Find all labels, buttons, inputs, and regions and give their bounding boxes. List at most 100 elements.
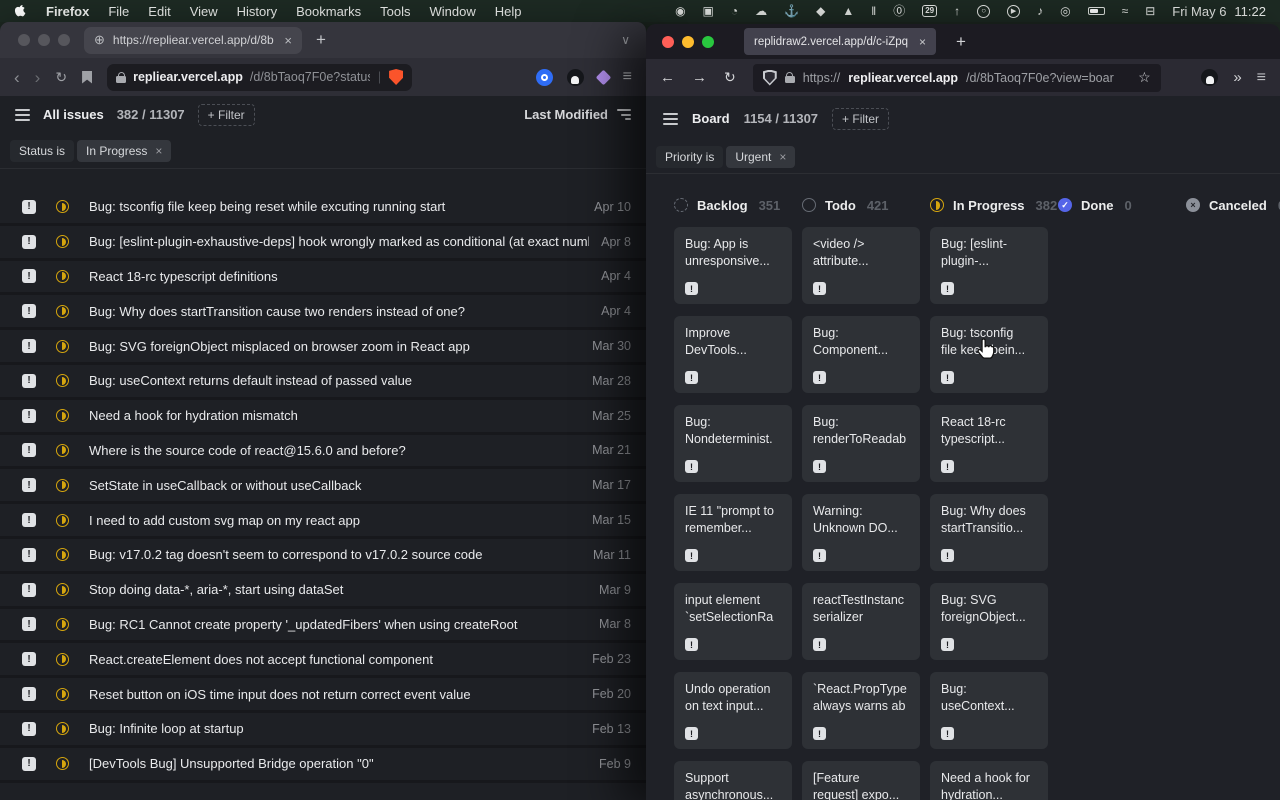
issue-row[interactable]: ! Bug: Why does startTransition cause tw… [0, 295, 646, 330]
traffic-lights[interactable] [18, 34, 70, 46]
issue-card[interactable]: reactTestInstanc serializer ! [802, 583, 920, 660]
urgent-priority-icon[interactable]: ! [22, 478, 36, 492]
filter-remove-icon[interactable]: × [155, 144, 162, 158]
issue-row[interactable]: ! Bug: Infinite loop at startup Feb 13 [0, 713, 646, 748]
status-in-progress-icon[interactable] [56, 409, 69, 422]
status-in-progress-icon[interactable] [56, 757, 69, 770]
add-filter-button[interactable]: + Filter [832, 108, 889, 130]
status-in-progress-icon[interactable] [56, 444, 69, 457]
status-in-progress-icon[interactable] [56, 270, 69, 283]
sidebar-toggle-icon[interactable] [15, 109, 30, 121]
issue-row[interactable]: ! Need a hook for hydration mismatch Mar… [0, 400, 646, 435]
menubar-menu-item[interactable]: History [237, 4, 277, 19]
right-address-bar[interactable]: https://repliear.vercel.app/d/8bTaoq7F0e… [753, 64, 1161, 92]
menubar-menu-item[interactable]: Window [430, 4, 476, 19]
menubar-menu-item[interactable]: Tools [380, 4, 410, 19]
issue-card[interactable]: Bug: Nondeterminist. ! [674, 405, 792, 482]
issue-row[interactable]: ! [DevTools Bug] Unsupported Bridge oper… [0, 748, 646, 783]
status-in-progress-icon[interactable] [56, 618, 69, 631]
back-button[interactable]: ← [660, 70, 675, 85]
issue-card[interactable]: Improve DevTools... ! [674, 316, 792, 393]
add-filter-button[interactable]: + Filter [198, 104, 255, 126]
wifi-icon[interactable]: ≈ [1122, 5, 1129, 17]
tab-close-icon[interactable]: × [284, 33, 292, 48]
github-extension-icon[interactable] [567, 69, 584, 86]
window-tiling-icon[interactable]: ‖ [871, 5, 876, 17]
filter-value-chip[interactable]: Urgent × [726, 146, 795, 168]
status-in-progress-icon[interactable] [56, 305, 69, 318]
menubar-menu-item[interactable]: Bookmarks [296, 4, 361, 19]
status-in-progress-icon[interactable] [56, 479, 69, 492]
onepassword-icon[interactable]: ⓪ [893, 5, 905, 17]
status-in-progress-icon[interactable] [56, 688, 69, 701]
menubar-menu-item[interactable]: File [108, 4, 129, 19]
filter-remove-icon[interactable]: × [779, 150, 786, 164]
play-icon[interactable]: ▶ [1007, 5, 1020, 18]
issue-card[interactable]: Bug: [eslint- plugin-... ! [930, 227, 1048, 304]
issue-row[interactable]: ! Bug: [eslint-plugin-exhaustive-deps] h… [0, 226, 646, 261]
assistant-icon[interactable]: ◔ [731, 5, 738, 17]
tab-list-chevron-icon[interactable]: ∨ [621, 33, 630, 47]
toolbar-overflow-icon[interactable]: » [1233, 69, 1241, 86]
screen-mirroring-icon[interactable]: ▣ [703, 5, 714, 17]
status-in-progress-icon[interactable] [56, 653, 69, 666]
issue-card[interactable]: `React.PropType always warns ab ! [802, 672, 920, 749]
issue-card[interactable]: input element `setSelectionRa ! [674, 583, 792, 660]
back-button[interactable]: ‹ [14, 69, 20, 86]
issue-row[interactable]: ! Stop doing data-*, aria-*, start using… [0, 574, 646, 609]
issue-row[interactable]: ! Bug: useContext returns default instea… [0, 365, 646, 400]
issue-row[interactable]: ! I need to add custom svg map on my rea… [0, 504, 646, 539]
apple-menu-icon[interactable] [14, 4, 27, 18]
urgent-priority-icon[interactable]: ! [22, 617, 36, 631]
menubar-menu-item[interactable]: Help [495, 4, 522, 19]
menubar-app-name[interactable]: Firefox [46, 4, 89, 19]
new-tab-button[interactable]: + [956, 32, 966, 52]
urgent-priority-icon[interactable]: ! [22, 687, 36, 701]
record-icon[interactable]: ◉ [675, 5, 685, 17]
urgent-priority-icon[interactable]: ! [22, 652, 36, 666]
right-browser-tab[interactable]: replidraw2.vercel.app/d/c-iZpq × [744, 28, 936, 55]
urgent-priority-icon[interactable]: ! [22, 374, 36, 388]
status-in-progress-icon[interactable] [56, 514, 69, 527]
urgent-priority-icon[interactable]: ! [22, 269, 36, 283]
brave-shield-icon[interactable] [389, 69, 403, 85]
tab-close-icon[interactable]: × [919, 35, 926, 49]
status-in-progress-icon[interactable] [56, 374, 69, 387]
urgent-priority-icon[interactable]: ! [22, 409, 36, 423]
urgent-priority-icon[interactable]: ! [22, 235, 36, 249]
issue-row[interactable]: ! React.createElement does not accept fu… [0, 643, 646, 678]
issue-card[interactable]: Bug: useContext... ! [930, 672, 1048, 749]
urgent-priority-icon[interactable]: ! [22, 757, 36, 771]
cloud-icon[interactable]: ☁ [755, 5, 767, 17]
filter-value-chip[interactable]: In Progress × [77, 140, 171, 162]
urgent-priority-icon[interactable]: ! [22, 443, 36, 457]
reload-button[interactable]: ↻ [55, 69, 67, 86]
issue-row[interactable]: ! Bug: tsconfig file keep being reset wh… [0, 191, 646, 226]
issue-card[interactable]: Bug: Why does startTransitio... ! [930, 494, 1048, 571]
issue-card[interactable]: Bug: App is unresponsive... ! [674, 227, 792, 304]
issue-row[interactable]: ! Bug: RC1 Cannot create property '_upda… [0, 609, 646, 644]
status-in-progress-icon[interactable] [56, 583, 69, 596]
extensions-icon[interactable] [595, 69, 611, 85]
alert-box-icon[interactable]: ▲ [842, 5, 854, 17]
docker-icon[interactable]: ⚓ [784, 5, 799, 17]
issue-row[interactable]: ! Where is the source code of react@15.6… [0, 435, 646, 470]
menubar-menu-item[interactable]: View [190, 4, 218, 19]
github-extension-icon[interactable] [1201, 69, 1218, 86]
calendar-icon[interactable]: 29 [922, 5, 937, 17]
issue-card[interactable]: Undo operation on text input... ! [674, 672, 792, 749]
status-in-progress-icon[interactable] [56, 340, 69, 353]
issue-card[interactable]: Warning: Unknown DO... ! [802, 494, 920, 571]
user-switch-icon[interactable]: ⊟ [1145, 5, 1155, 17]
power-icon[interactable]: ○ [977, 5, 990, 18]
browser-menu-icon[interactable]: ≡ [1257, 69, 1266, 87]
issue-card[interactable]: Bug: Component... ! [802, 316, 920, 393]
issue-card[interactable]: [Feature request] expo... ! [802, 761, 920, 800]
issue-card[interactable]: React 18-rc typescript... ! [930, 405, 1048, 482]
status-in-progress-icon[interactable] [56, 235, 69, 248]
battery-icon[interactable] [1088, 7, 1105, 15]
urgent-priority-icon[interactable]: ! [22, 513, 36, 527]
urgent-priority-icon[interactable]: ! [22, 548, 36, 562]
left-browser-tab[interactable]: ⊕ https://repliear.vercel.app/d/8b × [84, 27, 302, 54]
bookmark-icon[interactable] [82, 71, 92, 84]
